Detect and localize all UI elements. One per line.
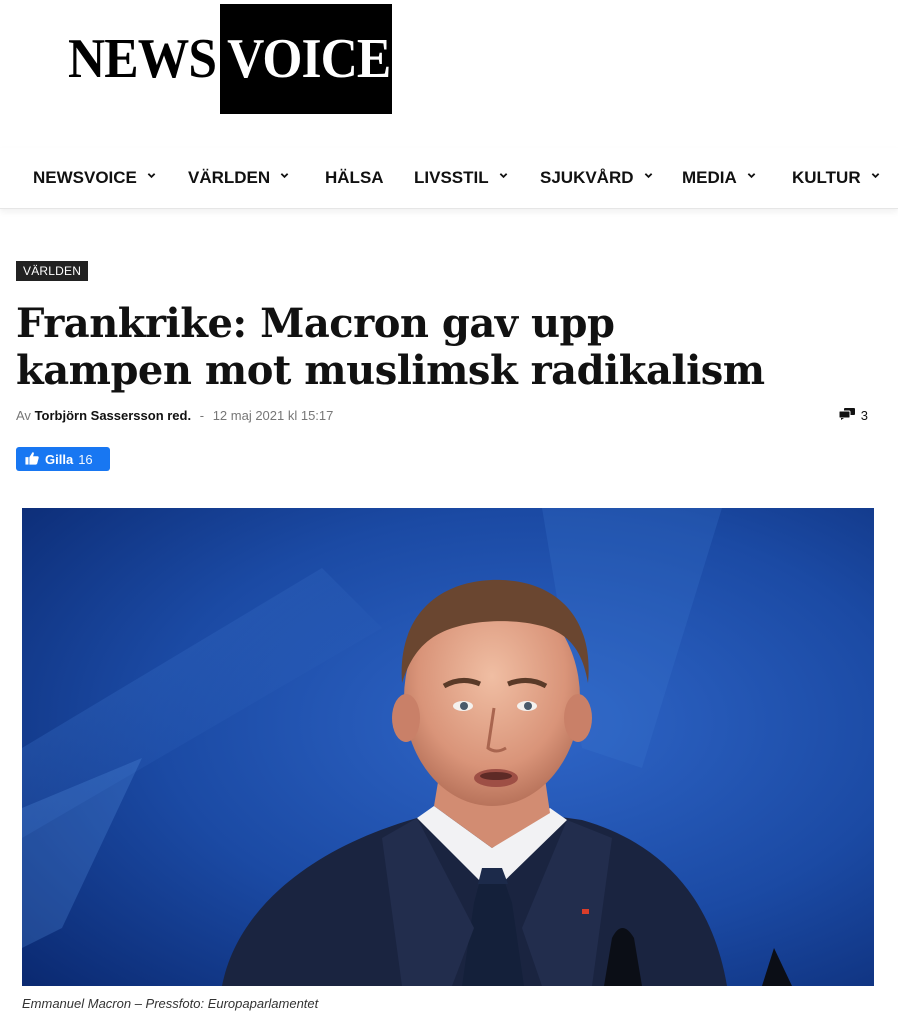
image-caption: Emmanuel Macron – Pressfoto: Europaparla… [22,996,319,1011]
nav-item-varlden[interactable]: VÄRLDEN [188,168,289,188]
logo-news-text: NEWS [68,28,217,90]
nav-item-label: KULTUR [792,168,861,187]
logo-voice-block: VOICE [220,4,392,114]
chevron-down-icon [871,171,880,180]
main-nav: NEWSVOICE VÄRLDEN HÄLSA LIVSSTIL SJUKVÅR… [0,148,898,209]
chevron-down-icon [644,171,653,180]
article-title-line1: Frankrike: Macron gav upp [16,300,615,347]
nav-item-label: SJUKVÅRD [540,168,634,187]
nav-item-newsvoice[interactable]: NEWSVOICE [33,168,156,188]
nav-item-livsstil[interactable]: LIVSSTIL [414,168,508,188]
nav-item-label: LIVSSTIL [414,168,489,187]
logo-voice-text: VOICE [227,28,391,90]
byline-prefix: Av [16,408,31,423]
like-count: 16 [78,451,93,467]
nav-item-sjukvard[interactable]: SJUKVÅRD [540,168,653,188]
nav-item-label: MEDIA [682,168,737,187]
article-title-line2: kampen mot muslimsk radikalism [16,347,765,394]
article-title: Frankrike: Macron gav upp kampen mot mus… [16,300,876,394]
nav-item-label: HÄLSA [325,168,384,187]
nav-item-media[interactable]: MEDIA [682,168,756,188]
chevron-down-icon [280,171,289,180]
author-link[interactable]: Torbjörn Sassersson red. [35,408,192,423]
thumbs-up-icon [25,451,45,468]
byline: Av Torbjörn Sassersson red. - 12 maj 202… [16,408,333,423]
facebook-like-button[interactable]: Gilla 16 [16,447,110,471]
nav-item-kultur[interactable]: KULTUR [792,168,880,188]
nav-item-halsa[interactable]: HÄLSA [325,168,384,188]
byline-separator: - [199,408,205,423]
portrait-illustration [22,508,874,986]
category-tag[interactable]: VÄRLDEN [16,261,89,281]
nav-item-label: NEWSVOICE [33,168,137,187]
chevron-down-icon [147,171,156,180]
comment-bubbles-icon [838,408,861,423]
chevron-down-icon [747,171,756,180]
comment-count: 3 [860,408,868,423]
comments-link[interactable]: 3 [838,408,868,423]
nav-item-label: VÄRLDEN [188,168,271,187]
chevron-down-icon [499,171,508,180]
featured-image [22,508,874,986]
like-label: Gilla [45,451,74,467]
site-logo[interactable]: NEWS VOICE [68,4,392,114]
publish-date: 12 maj 2021 kl 15:17 [212,408,334,423]
